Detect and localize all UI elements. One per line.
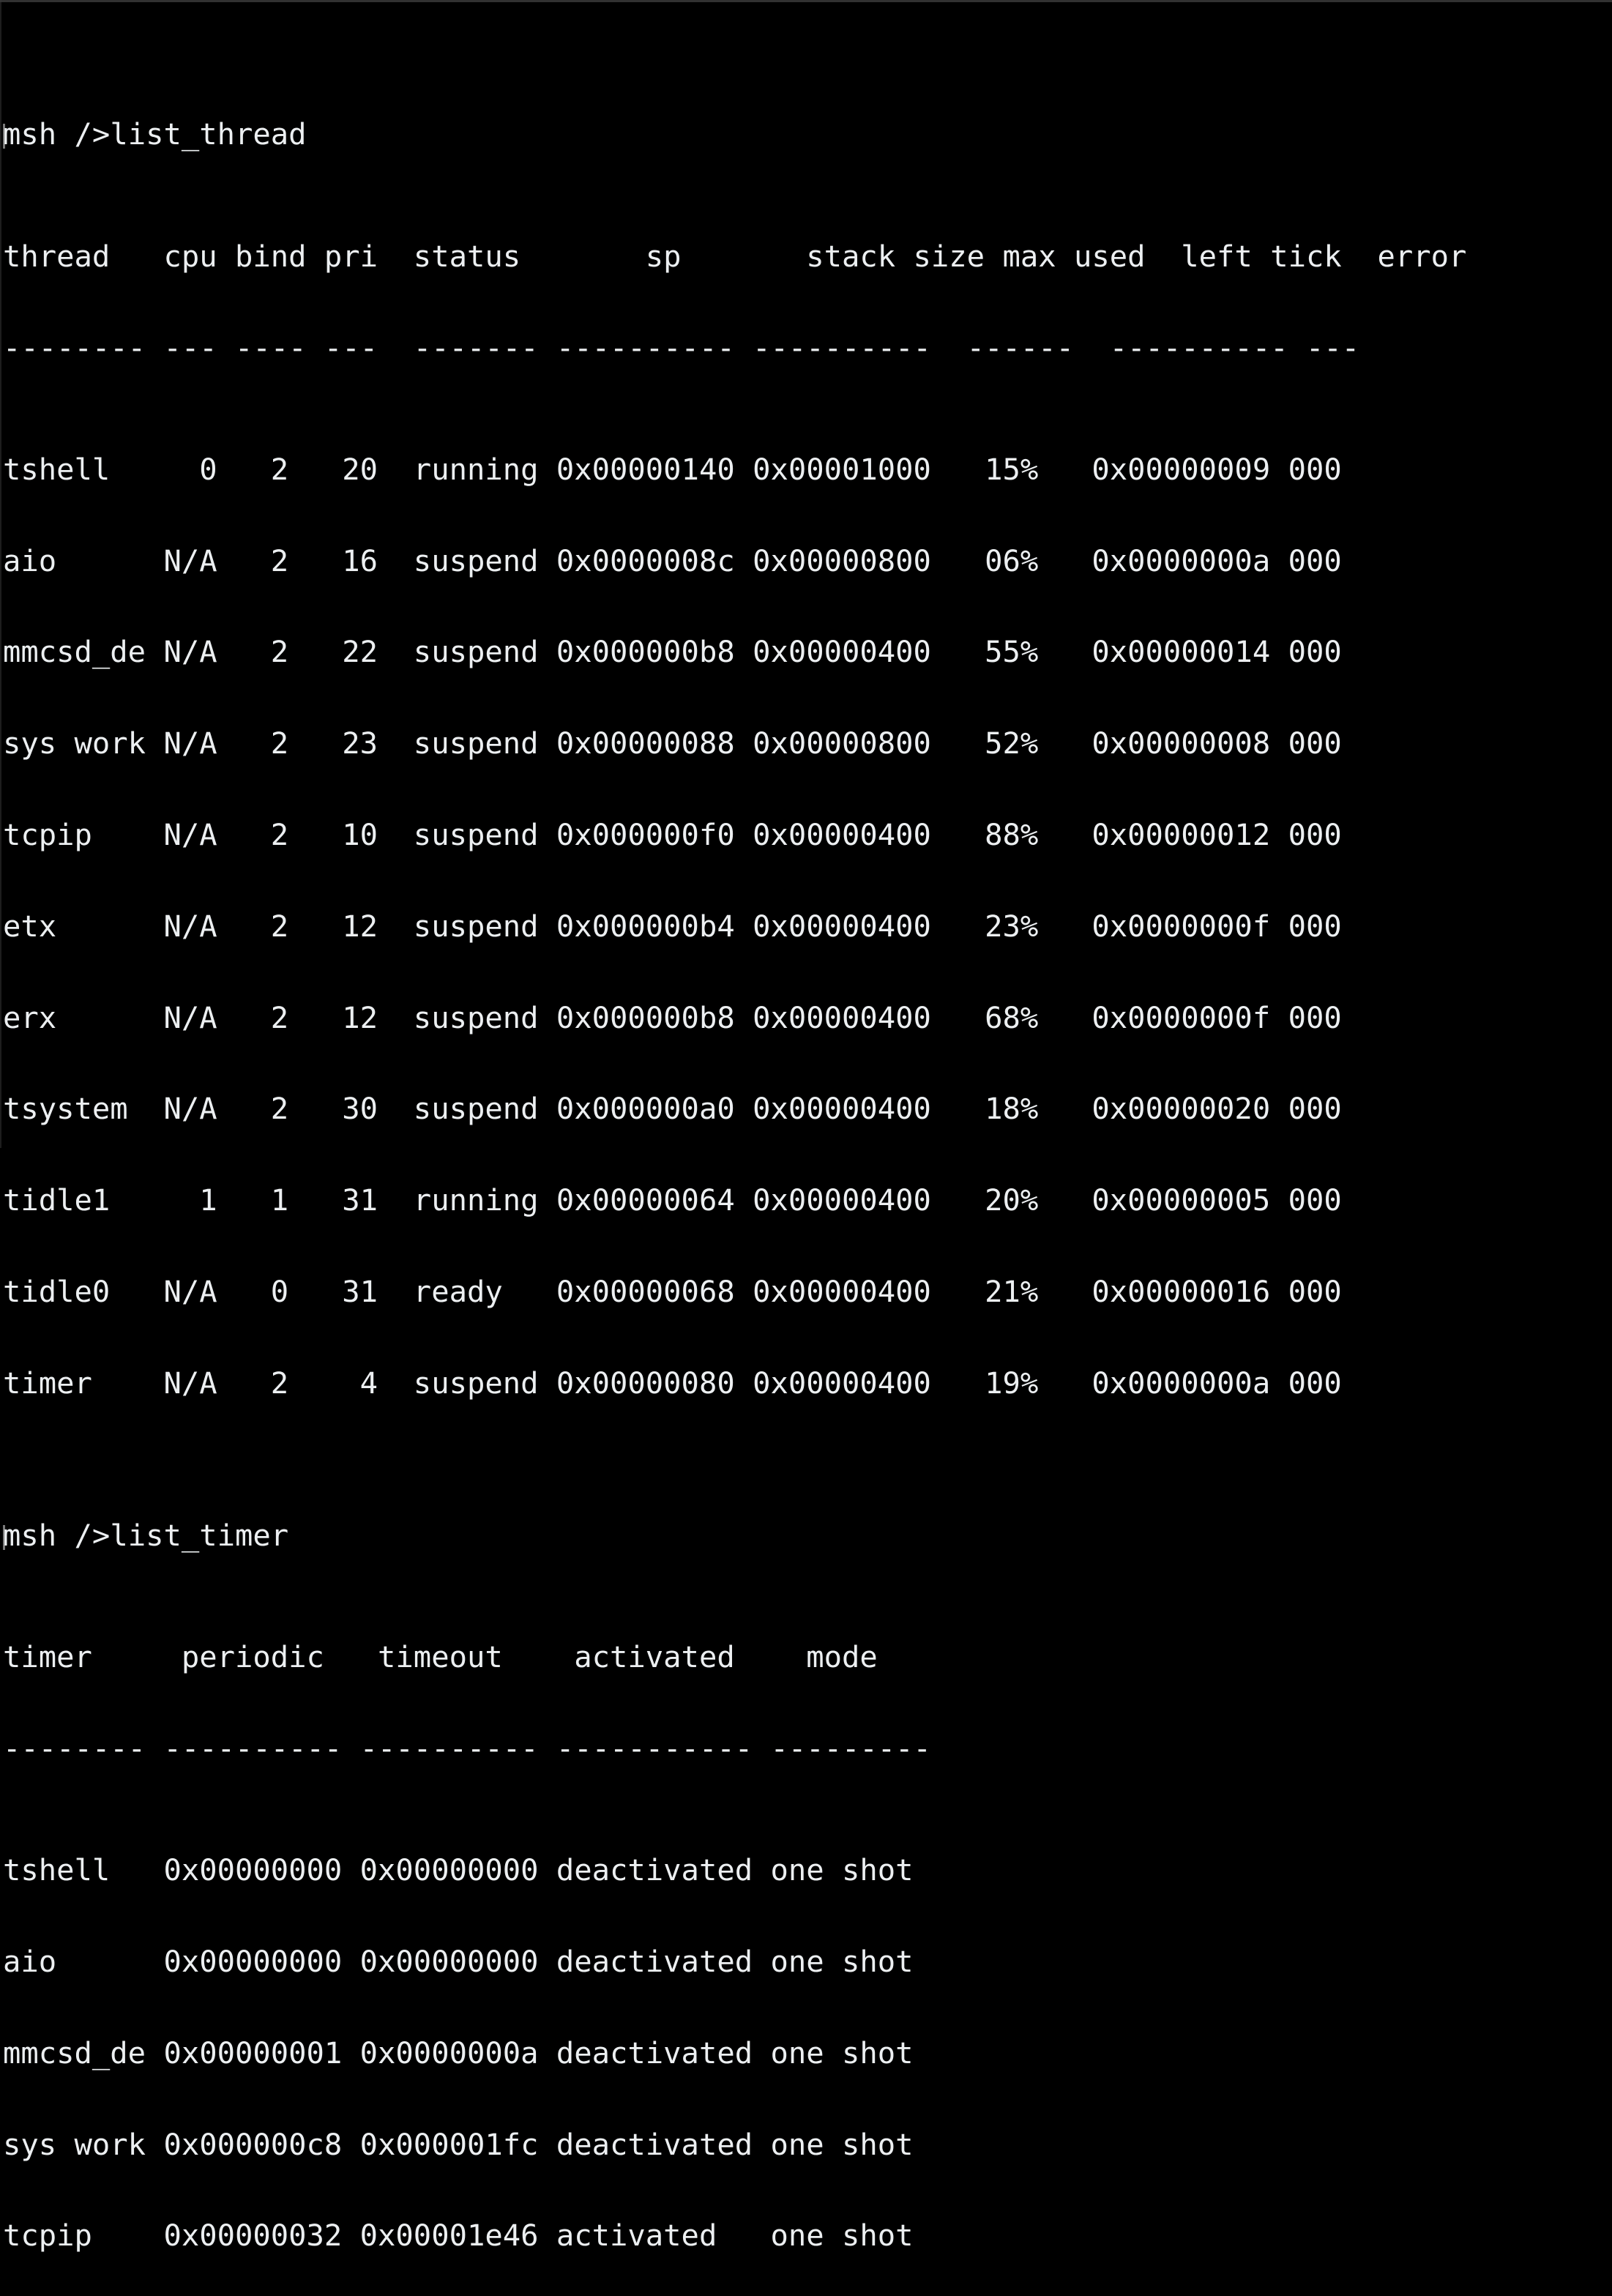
command-line-list-timer[interactable]: msh />list_timer <box>3 1517 1466 1553</box>
table-row: aio N/A 2 16 suspend 0x0000008c 0x000008… <box>3 543 1342 578</box>
table-row: tsystem N/A 2 30 suspend 0x000000a0 0x00… <box>3 1091 1342 1127</box>
thread-table-header: thread cpu bind pri status sp stack size… <box>3 238 1467 274</box>
table-row: tshell 0 2 20 running 0x00000140 0x00001… <box>3 451 1342 487</box>
window-left-border <box>0 0 1 1148</box>
table-row: tidle0 N/A 0 31 ready 0x00000068 0x00000… <box>3 1273 1342 1309</box>
table-row: tcpip N/A 2 10 suspend 0x000000f0 0x0000… <box>3 817 1342 853</box>
table-row: etx N/A 2 12 suspend 0x000000b4 0x000004… <box>3 908 1342 944</box>
table-row: tidle1 1 1 31 running 0x00000064 0x00000… <box>3 1182 1342 1218</box>
terminal-window[interactable]: msh />list_thread thread cpu bind pri st… <box>0 0 1612 2251</box>
timer-table-separator: -------- ---------- ---------- ---------… <box>3 1730 931 1766</box>
table-row: sys work N/A 2 23 suspend 0x00000088 0x0… <box>3 726 1342 761</box>
table-row: erx N/A 2 12 suspend 0x000000b8 0x000004… <box>3 999 1342 1035</box>
table-row: aio 0x00000000 0x00000000 deactivated on… <box>3 1944 914 1979</box>
table-row: tcpip 0x00000032 0x00001e46 activated on… <box>3 2218 914 2254</box>
thread-table-separator: -------- --- ---- --- ------- ----------… <box>3 329 1360 365</box>
table-row: mmcsd_de 0x00000001 0x0000000a deactivat… <box>3 2035 914 2070</box>
table-row: timer N/A 2 4 suspend 0x00000080 0x00000… <box>3 1365 1342 1401</box>
terminal-screen[interactable]: msh />list_thread thread cpu bind pri st… <box>3 0 1466 2296</box>
prompt-text: msh /> <box>3 1517 111 1553</box>
command-text: list_timer <box>110 1517 289 1553</box>
command-line-list-thread[interactable]: msh />list_thread <box>3 119 1466 150</box>
command-text: list_thread <box>110 116 307 152</box>
table-row: sys work 0x000000c8 0x000001fc deactivat… <box>3 2126 914 2162</box>
table-row: mmcsd_de N/A 2 22 suspend 0x000000b8 0x0… <box>3 634 1342 670</box>
timer-table-header: timer periodic timeout activated mode <box>3 1639 878 1675</box>
table-row: tshell 0x00000000 0x00000000 deactivated… <box>3 1852 914 1888</box>
prompt-text: msh /> <box>3 116 111 152</box>
